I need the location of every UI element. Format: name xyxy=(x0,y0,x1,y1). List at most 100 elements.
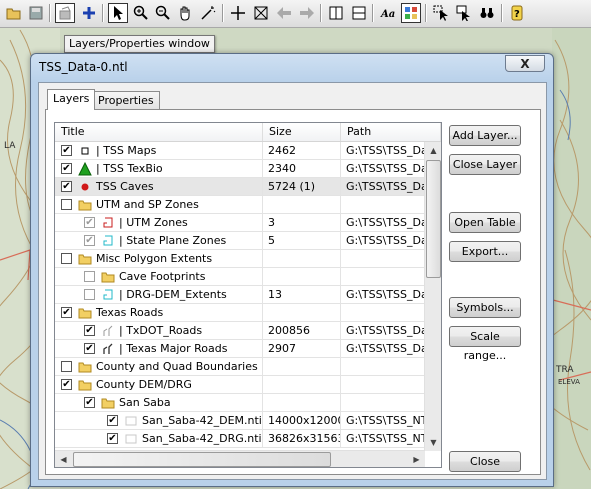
layer-row[interactable]: ✔ | TSS Maps 2462 G:\TSS\TSS_Data xyxy=(55,142,441,160)
layer-row[interactable]: ✔ | Texas Major Roads 2907 G:\TSS\TSS_Data xyxy=(55,340,441,358)
horizontal-scroll-thumb[interactable] xyxy=(73,452,331,467)
layer-row[interactable]: | DRG-DEM_Extents 13 G:\TSS\TSS_Data xyxy=(55,286,441,304)
folder-icon xyxy=(78,198,92,212)
save-icon[interactable] xyxy=(26,3,46,23)
layer-title-cell[interactable]: ✔ County DEM/DRG xyxy=(55,376,263,394)
vertical-scrollbar[interactable]: ▲ ▼ xyxy=(424,142,441,451)
vertical-split-icon[interactable] xyxy=(326,3,346,23)
layer-row[interactable]: County and Quad Boundaries xyxy=(55,358,441,376)
help-icon[interactable]: ? xyxy=(507,3,527,23)
scale-range-button[interactable]: Scale range... xyxy=(449,326,521,362)
dark-lines-icon xyxy=(101,342,115,356)
scroll-right-icon[interactable]: ▶ xyxy=(408,451,425,467)
layer-visibility-checkbox[interactable]: ✔ xyxy=(61,379,72,390)
layer-visibility-checkbox[interactable] xyxy=(84,289,95,300)
scroll-down-icon[interactable]: ▼ xyxy=(425,434,441,451)
layer-visibility-checkbox[interactable]: ✔ xyxy=(84,343,95,354)
add-layer-icon[interactable] xyxy=(79,3,99,23)
layer-title-cell[interactable]: ✔ San Saba xyxy=(55,394,263,412)
pan-hand-icon[interactable] xyxy=(175,3,195,23)
layer-row[interactable]: ✔ San_Saba-42_DEM.nti 14000x12000 G:\TSS\TS… xyxy=(55,412,441,430)
layers-properties-icon[interactable] xyxy=(55,3,75,23)
layer-row[interactable]: Cave Footprints xyxy=(55,268,441,286)
zoom-out-icon[interactable] xyxy=(153,3,173,23)
layer-row[interactable]: ✔ | UTM Zones 3 G:\TSS\TSS_Data xyxy=(55,214,441,232)
horizontal-split-icon[interactable] xyxy=(349,3,369,23)
tab-layers[interactable]: Layers xyxy=(47,89,96,110)
layer-visibility-checkbox[interactable]: ✔ xyxy=(61,307,72,318)
layer-title-cell[interactable]: ✔ | UTM Zones xyxy=(55,214,263,232)
scroll-up-icon[interactable]: ▲ xyxy=(425,142,441,159)
layer-visibility-checkbox[interactable]: ✔ xyxy=(107,433,118,444)
layer-row[interactable]: ✔ San_Saba-42_DRG.nti 36826x31563 G:\TSS\TS… xyxy=(55,430,441,448)
map-label: TRA xyxy=(555,365,574,375)
layer-visibility-checkbox[interactable]: ✔ xyxy=(107,415,118,426)
layer-title-cell[interactable]: ✔ San_Saba-42_DRG.nti xyxy=(55,430,263,448)
open-table-button[interactable]: Open Table xyxy=(449,212,521,233)
layer-row[interactable]: ✔ Texas Roads xyxy=(55,304,441,322)
layer-row[interactable]: ✔ | TSS TexBio 2340 G:\TSS\TSS_Data xyxy=(55,160,441,178)
layer-title-cell[interactable]: ✔ | Texas Major Roads xyxy=(55,340,263,358)
magic-wand-icon[interactable] xyxy=(198,3,218,23)
layer-title-cell[interactable]: ✔ Texas Roads xyxy=(55,304,263,322)
layer-visibility-checkbox[interactable] xyxy=(61,199,72,210)
close-button[interactable]: Close xyxy=(449,451,521,472)
close-icon[interactable]: X xyxy=(505,55,545,72)
forward-arrow-icon[interactable] xyxy=(297,3,317,23)
horizontal-scrollbar[interactable]: ◀ ▶ xyxy=(55,450,425,467)
layer-title-cell[interactable]: Cave Footprints xyxy=(55,268,263,286)
layer-visibility-checkbox[interactable]: ✔ xyxy=(61,145,72,156)
layer-title-cell[interactable]: | DRG-DEM_Extents xyxy=(55,286,263,304)
layer-row[interactable]: ✔ | TxDOT_Roads 200856 G:\TSS\TSS_Data xyxy=(55,322,441,340)
close-layer-button[interactable]: Close Layer xyxy=(449,154,521,175)
layer-title-cell[interactable]: ✔ | State Plane Zones xyxy=(55,232,263,250)
layer-row[interactable]: ✔ San Saba xyxy=(55,394,441,412)
layer-title-cell[interactable]: UTM and SP Zones xyxy=(55,196,263,214)
layer-visibility-checkbox[interactable] xyxy=(61,361,72,372)
layer-size xyxy=(263,196,341,214)
tab-properties[interactable]: Properties xyxy=(92,91,160,109)
column-header-size[interactable]: Size xyxy=(263,123,341,141)
select-arrow-icon[interactable] xyxy=(108,3,128,23)
zoom-in-icon[interactable] xyxy=(131,3,151,23)
layer-title-cell[interactable]: ✔ San_Saba-42_DEM.nti xyxy=(55,412,263,430)
layer-title-cell[interactable]: ✔ | TxDOT_Roads xyxy=(55,322,263,340)
add-layer-button[interactable]: Add Layer... xyxy=(449,125,521,146)
vertical-scroll-thumb[interactable] xyxy=(426,160,441,278)
layer-row[interactable]: UTM and SP Zones xyxy=(55,196,441,214)
open-folder-icon[interactable] xyxy=(4,3,24,23)
column-header-title[interactable]: Title xyxy=(55,123,263,141)
layer-title-cell[interactable]: County and Quad Boundaries xyxy=(55,358,263,376)
layer-visibility-checkbox[interactable] xyxy=(61,253,72,264)
layer-visibility-checkbox[interactable]: ✔ xyxy=(61,163,72,174)
layer-visibility-checkbox[interactable]: ✔ xyxy=(84,397,95,408)
layer-row[interactable]: ✔ | State Plane Zones 5 G:\TSS\TSS_Data xyxy=(55,232,441,250)
scroll-left-icon[interactable]: ◀ xyxy=(55,451,72,467)
column-header-path[interactable]: Path xyxy=(341,123,441,141)
layer-size: 200856 xyxy=(263,322,341,340)
layer-visibility-checkbox[interactable]: ✔ xyxy=(84,235,95,246)
layer-visibility-checkbox[interactable]: ✔ xyxy=(84,217,95,228)
tool-grid-icon[interactable] xyxy=(401,3,421,23)
layer-title-cell[interactable]: Misc Polygon Extents xyxy=(55,250,263,268)
identify-icon[interactable] xyxy=(454,3,474,23)
layer-row[interactable]: ✔ TSS Caves 5724 (1) G:\TSS\TSS_Data xyxy=(55,178,441,196)
symbols-button[interactable]: Symbols... xyxy=(449,297,521,318)
binoculars-icon[interactable] xyxy=(477,3,497,23)
back-arrow-icon[interactable] xyxy=(274,3,294,23)
crosshair-icon[interactable] xyxy=(228,3,248,23)
layer-title-cell[interactable]: ✔ | TSS TexBio xyxy=(55,160,263,178)
map-square-icon xyxy=(78,144,92,158)
zoom-extents-icon[interactable] xyxy=(251,3,271,23)
layer-visibility-checkbox[interactable] xyxy=(84,271,95,282)
folder-icon xyxy=(78,378,92,392)
text-label-icon[interactable]: Aa xyxy=(378,3,398,23)
layer-title-cell[interactable]: ✔ TSS Caves xyxy=(55,178,263,196)
export-button[interactable]: Export... xyxy=(449,241,521,262)
layer-row[interactable]: Misc Polygon Extents xyxy=(55,250,441,268)
layer-title-cell[interactable]: ✔ | TSS Maps xyxy=(55,142,263,160)
layer-visibility-checkbox[interactable]: ✔ xyxy=(61,181,72,192)
layer-row[interactable]: ✔ County DEM/DRG xyxy=(55,376,441,394)
select-features-icon[interactable] xyxy=(431,3,451,23)
layer-visibility-checkbox[interactable]: ✔ xyxy=(84,325,95,336)
